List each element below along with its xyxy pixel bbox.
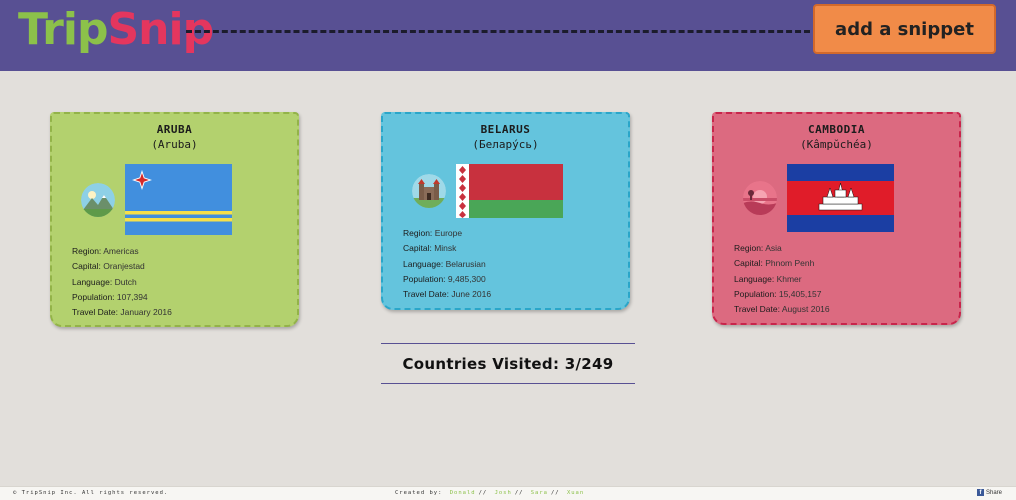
capital-value: Oranjestad	[103, 261, 145, 272]
add-snippet-button[interactable]: add a snippet	[813, 4, 996, 54]
facebook-icon: f	[977, 489, 984, 496]
belarus-flag	[456, 164, 563, 218]
country-details: Region: Americas Capital: Oranjestad Lan…	[72, 244, 172, 320]
capital-label: Capital:	[403, 243, 432, 254]
country-details: Region: Europe Capital: Minsk Language: …	[403, 226, 491, 302]
country-native-name: (Aruba)	[151, 138, 198, 151]
author-separator: //	[478, 490, 488, 496]
logo[interactable]: TripSnip	[18, 4, 214, 56]
country-native-name: (Белару́сь)	[472, 138, 539, 151]
country-details: Region: Asia Capital: Phnom Penh Languag…	[734, 241, 830, 317]
travel-date-label: Travel Date:	[734, 304, 780, 315]
footer: © TripSnip Inc. All rights reserved. Cre…	[0, 486, 1016, 500]
country-name: CAMBODIA	[808, 123, 865, 136]
country-card-belarus[interactable]: BELARUS (Белару́сь) Region: Europe Capit…	[381, 112, 630, 310]
population-value: 15,405,157	[778, 288, 822, 299]
language-value: Belarusian	[445, 258, 486, 269]
travel-date-label: Travel Date:	[403, 289, 449, 300]
country-native-name: (Kâmpŭchéa)	[800, 138, 873, 151]
region-value: Asia	[765, 243, 782, 253]
language-label: Language:	[734, 273, 775, 284]
country-card-cambodia[interactable]: CAMBODIA (Kâmpŭchéa) Region: Asia Capita…	[712, 112, 961, 325]
population-value: 107,394	[116, 291, 148, 302]
region-label: Region:	[403, 228, 433, 238]
capital-value: Minsk	[434, 243, 457, 254]
author-link[interactable]: Sara	[531, 490, 548, 496]
travel-date-value: August 2016	[781, 304, 830, 315]
header-bar: TripSnip add a snippet	[0, 0, 1016, 71]
country-name: ARUBA	[156, 123, 193, 136]
population-label: Population:	[72, 291, 115, 302]
author-link[interactable]: Josh	[495, 490, 512, 496]
castle-icon	[412, 174, 446, 208]
author-link[interactable]: Xuan	[567, 490, 584, 496]
language-label: Language:	[403, 258, 444, 269]
population-label: Population:	[403, 273, 446, 284]
author-link[interactable]: Donald	[450, 490, 476, 496]
share-label: Share	[986, 489, 1003, 496]
facebook-share-button[interactable]: f Share	[977, 489, 1002, 496]
region-label: Region:	[72, 246, 102, 256]
region-value: Americas	[103, 246, 139, 256]
language-label: Language:	[72, 276, 113, 287]
population-value: 9,485,300	[447, 273, 486, 284]
created-by-label: Created by:	[395, 490, 443, 496]
capital-value: Phnom Penh	[765, 258, 815, 269]
language-value: Dutch	[114, 276, 137, 287]
author-separator: //	[551, 490, 560, 496]
travel-date-label: Travel Date:	[72, 307, 118, 318]
region-value: Europe	[434, 228, 463, 238]
capital-label: Capital:	[734, 258, 763, 269]
header-dashed-divider	[186, 30, 810, 33]
copyright-text: © TripSnip Inc. All rights reserved.	[13, 490, 169, 496]
country-card-aruba[interactable]: ARUBA (Aruba) Region: Americas Capital: …	[50, 112, 299, 327]
author-separator: //	[514, 490, 524, 496]
travel-date-value: January 2016	[120, 307, 172, 318]
cambodia-flag	[787, 164, 894, 232]
population-label: Population:	[734, 288, 777, 299]
mountain-landscape-icon	[81, 183, 115, 217]
capital-label: Capital:	[72, 261, 101, 272]
country-name: BELARUS	[480, 123, 531, 136]
logo-trip-text: Trip	[18, 4, 108, 55]
region-label: Region:	[734, 243, 764, 253]
countries-visited-counter: Countries Visited: 3/249	[381, 343, 635, 384]
aruba-flag	[125, 164, 232, 235]
sunset-landscape-icon	[743, 181, 777, 215]
created-by: Created by: Donald// Josh// Sara// Xuan	[395, 490, 587, 496]
travel-date-value: June 2016	[451, 289, 492, 300]
language-value: Khmer	[776, 273, 802, 284]
